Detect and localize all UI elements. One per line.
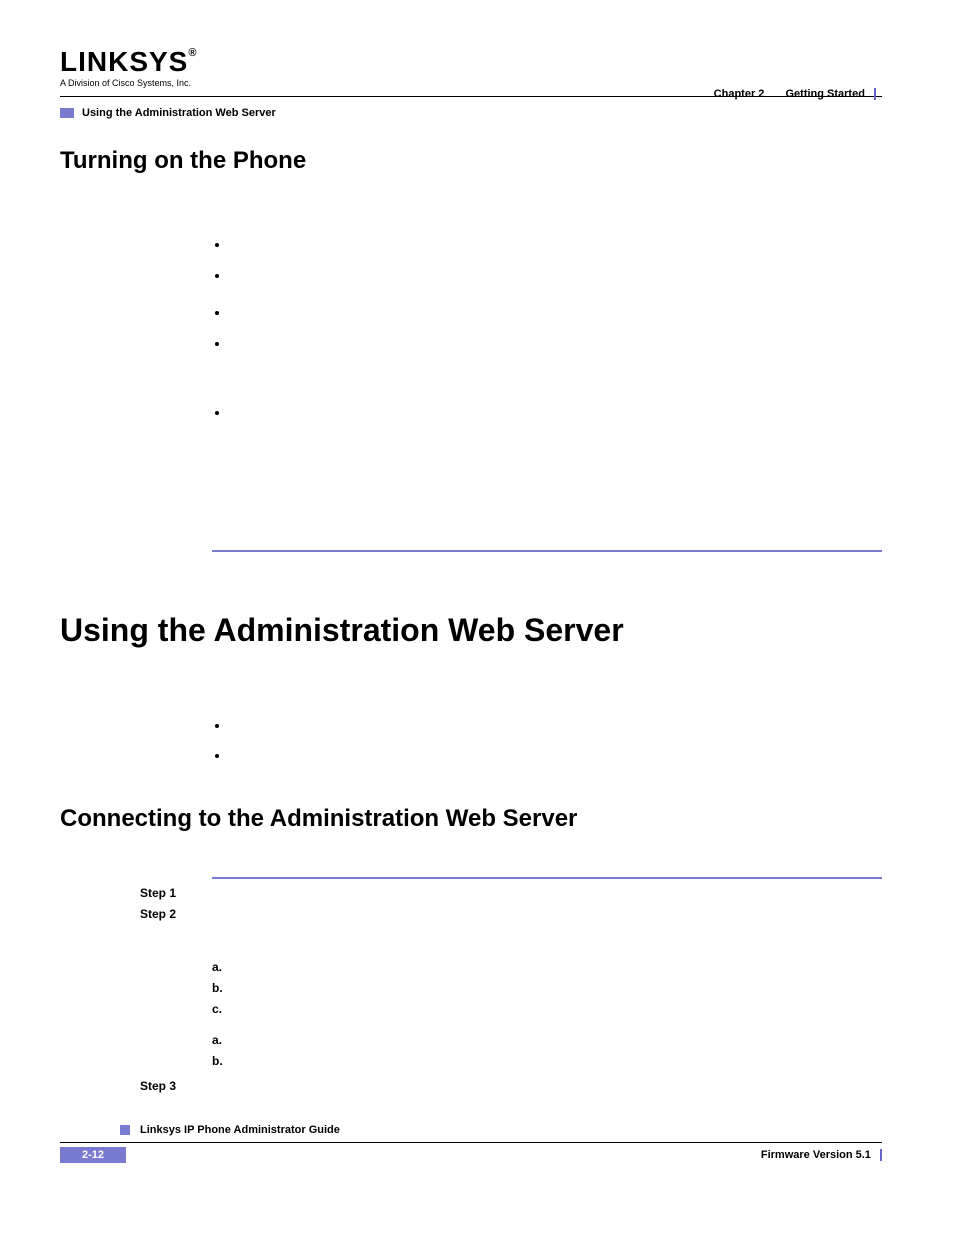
substep-label: a. <box>212 958 240 977</box>
logo-block: LINKSYS® A Division of Cisco Systems, In… <box>60 48 882 88</box>
substep-body: Press the Setup button on the phone. <box>240 958 882 977</box>
section-title-connecting: Connecting to the Administration Web Ser… <box>60 805 882 833</box>
chapter-label: Chapter 2 <box>714 88 765 100</box>
substep-row: b. Enter the IP address of the phone in … <box>212 1052 882 1071</box>
header-tick-icon <box>874 88 876 100</box>
substep-label: b. <box>212 1052 240 1071</box>
list-item: Administrator and User accounts <box>230 746 882 769</box>
substep-body: Select Network and note the Current IP v… <box>240 979 882 998</box>
registered-mark: ® <box>188 47 197 59</box>
substep-row: c. Press Cancel to return to the idle sc… <box>212 1000 882 1019</box>
header-square-icon <box>60 108 74 118</box>
step-row: Step 2 Determine the IP address of the p… <box>60 906 882 940</box>
step-body: Determine the IP address of the phone. Y… <box>212 906 882 940</box>
chapter-title: Getting Started <box>785 88 864 100</box>
section-title-admin-server: Using the Administration Web Server <box>60 612 882 649</box>
list-item: The LCD screen displays the Linksys logo… <box>230 266 882 303</box>
footer-rule-line <box>60 1142 882 1143</box>
step-body: When the web page appears, click Admin L… <box>212 1078 882 1095</box>
step-body: Connect your computer to the same IP net… <box>212 885 882 902</box>
substep-row: b. Select Network and note the Current I… <box>212 979 882 998</box>
linksys-logo: LINKSYS® <box>60 48 197 76</box>
list-item: After the profile is applied, the phone … <box>230 334 882 404</box>
substep-body: Press Cancel to return to the idle scree… <box>240 1000 882 1019</box>
steps-block: Step 1 Connect your computer to the same… <box>60 885 882 1094</box>
substep-row: a. Press the Setup button on the phone. <box>212 958 882 977</box>
substep-body: Open a web browser on the directly conne… <box>240 1031 882 1050</box>
firmware-version: Firmware Version 5.1 <box>761 1149 882 1161</box>
list-item: If a firmware upgrade is scheduled, the … <box>230 403 882 426</box>
header-chapter: Chapter 2 Getting Started <box>714 88 876 100</box>
footer-square-icon <box>120 1125 130 1135</box>
connecting-intro: To access the Linksys IP phone administr… <box>212 851 882 867</box>
turning-on-tail: After startup completes, the phone is re… <box>212 434 882 468</box>
section-divider <box>212 550 882 552</box>
substep-label: b. <box>212 979 240 998</box>
step-label: Step 1 <box>140 885 212 902</box>
admin-server-intro: This section explains how to use the bui… <box>212 673 882 705</box>
page: LINKSYS® A Division of Cisco Systems, In… <box>0 0 954 1235</box>
footer-guide-row: Linksys IP Phone Administrator Guide <box>120 1124 882 1142</box>
page-number-badge: 2-12 <box>60 1147 126 1163</box>
list-item: The phone contacts the configured provis… <box>230 303 882 334</box>
substep-label: a. <box>212 1031 240 1050</box>
turning-on-intro: This section describes how to connect po… <box>212 193 882 225</box>
substep-label: c. <box>212 1000 240 1019</box>
substep-row: a. Open a web browser on the directly co… <box>212 1031 882 1050</box>
steps-divider <box>212 877 882 879</box>
firmware-text: Firmware Version 5.1 <box>761 1149 871 1161</box>
turning-on-body: This section describes how to connect po… <box>212 193 882 526</box>
turning-on-bullets: The phone executes its boot sequence and… <box>212 235 882 426</box>
step-label: Step 2 <box>140 906 212 940</box>
footer-tick-icon <box>880 1149 882 1161</box>
list-item: The phone executes its boot sequence and… <box>230 235 882 266</box>
logo-text: LINKSYS <box>60 46 188 77</box>
running-head: Using the Administration Web Server <box>82 107 276 119</box>
admin-server-body: This section explains how to use the bui… <box>212 673 882 769</box>
section-title-turning-on: Turning on the Phone <box>60 147 882 175</box>
substep-body: Enter the IP address of the phone in the… <box>240 1052 882 1071</box>
step-label: Step 3 <box>140 1078 212 1095</box>
step-row: Step 1 Connect your computer to the same… <box>60 885 882 902</box>
turning-on-tail-2 <box>212 476 882 526</box>
logo-subtitle: A Division of Cisco Systems, Inc. <box>60 78 882 88</box>
step-row: Step 3 When the web page appears, click … <box>60 1078 882 1095</box>
footer-bottom: 2-12 Firmware Version 5.1 <box>60 1147 882 1163</box>
footer-guide-title: Linksys IP Phone Administrator Guide <box>140 1124 340 1136</box>
list-item: Connecting to the Administration Web Ser… <box>230 716 882 747</box>
admin-server-bullets: Connecting to the Administration Web Ser… <box>212 716 882 770</box>
running-head-row: Using the Administration Web Server <box>60 107 882 119</box>
footer: Linksys IP Phone Administrator Guide 2-1… <box>60 1124 882 1163</box>
connecting-intro-block: To access the Linksys IP phone administr… <box>212 851 882 867</box>
